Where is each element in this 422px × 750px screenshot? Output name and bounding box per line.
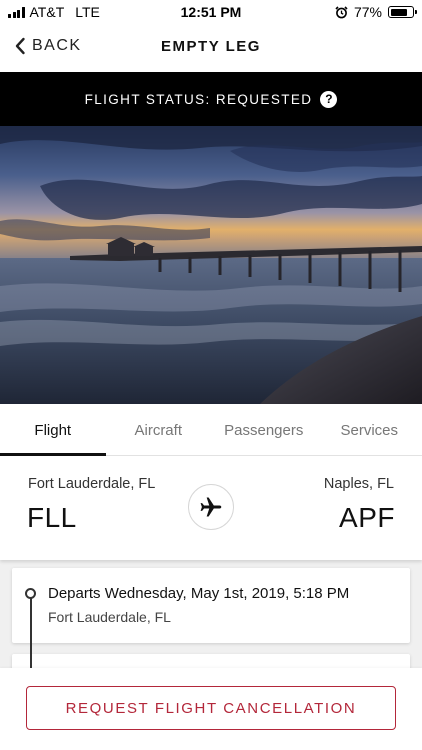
bottom-action-bar: REQUEST FLIGHT CANCELLATION [0, 668, 422, 750]
status-right: 77% [335, 4, 417, 20]
flight-status-text: FLIGHT STATUS: REQUESTED [84, 91, 313, 107]
departure-title: Departs Wednesday, May 1st, 2019, 5:18 P… [48, 585, 350, 602]
route-summary: Fort Lauderdale, FL FLL Naples, FL APF [0, 456, 422, 560]
destination-code: APF [339, 502, 395, 533]
flight-status-banner: FLIGHT STATUS: REQUESTED ? [0, 72, 422, 126]
timeline-line [30, 593, 32, 673]
hero-image [0, 126, 422, 404]
origin-city: Fort Lauderdale, FL [28, 476, 156, 492]
tab-services[interactable]: Services [317, 404, 422, 455]
timeline-dot-icon [25, 588, 36, 599]
departure-card[interactable]: Departs Wednesday, May 1st, 2019, 5:18 P… [12, 568, 410, 643]
request-cancellation-button[interactable]: REQUEST FLIGHT CANCELLATION [26, 686, 396, 730]
tab-passengers[interactable]: Passengers [211, 404, 317, 455]
nav-bar: BACK EMPTY LEG [0, 24, 422, 72]
tab-aircraft[interactable]: Aircraft [106, 404, 212, 455]
page-title: EMPTY LEG [161, 38, 261, 55]
alarm-clock-icon [335, 5, 348, 18]
airplane-icon [188, 484, 234, 530]
battery-percent: 77% [353, 4, 382, 20]
tab-flight[interactable]: Flight [0, 404, 106, 456]
destination-city: Naples, FL [323, 476, 394, 492]
departure-location: Fort Lauderdale, FL [48, 609, 171, 625]
tab-bar: Flight Aircraft Passengers Services [0, 404, 422, 456]
battery-icon [388, 6, 417, 18]
question-circle-icon[interactable]: ? [320, 90, 338, 108]
battery-fill [390, 8, 407, 16]
status-bar: AT&T LTE 12:51 PM 77% [0, 0, 422, 24]
origin-code: FLL [27, 502, 77, 533]
